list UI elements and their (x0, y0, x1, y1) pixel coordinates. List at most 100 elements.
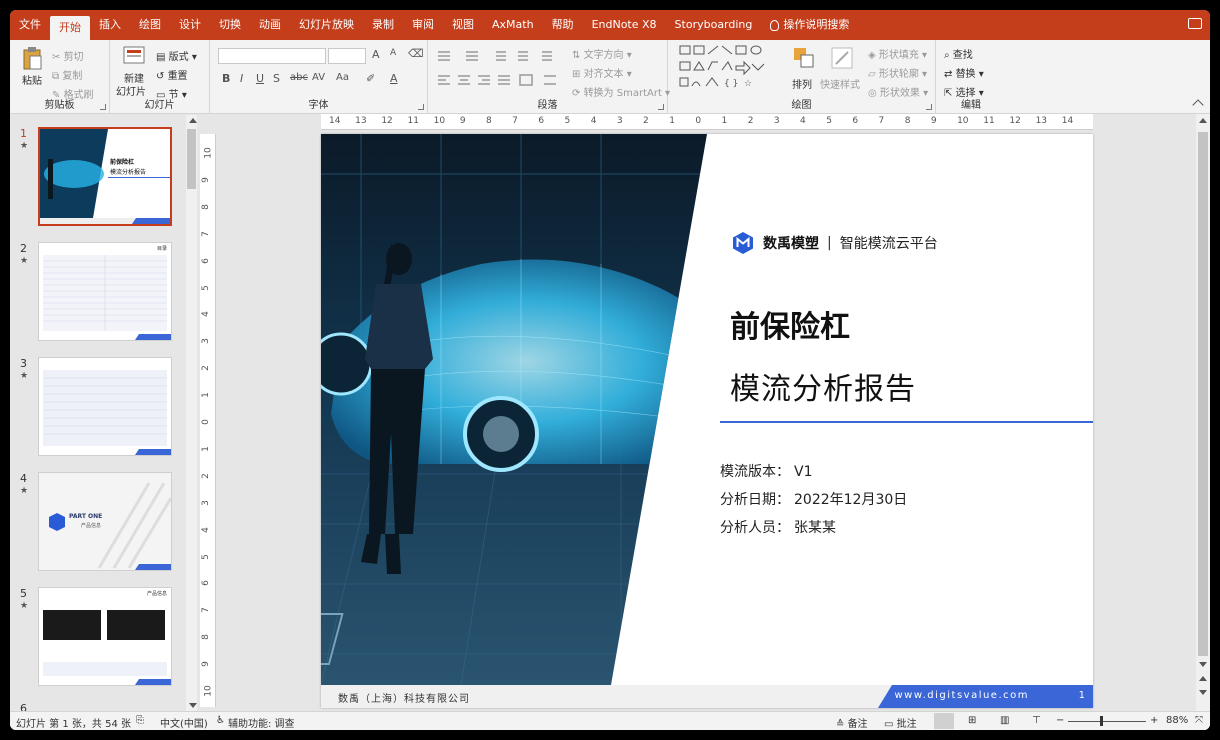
bold-button[interactable]: B (222, 72, 230, 85)
language-indicator[interactable]: 中文(中国) (160, 715, 208, 730)
copy-button[interactable]: ⧉ 复制 (52, 67, 82, 82)
scroll-up-icon[interactable] (1199, 118, 1207, 123)
tab-home[interactable]: 开始 (50, 16, 90, 40)
align-text-button[interactable]: ⊞ 对齐文本 ▾ (572, 65, 632, 80)
shape-fill-button[interactable]: ◈ 形状填充 ▾ (868, 46, 927, 61)
thumbnail-image[interactable]: 目录 (38, 242, 172, 341)
shrink-font-button[interactable]: A (390, 48, 396, 58)
spell-check-icon[interactable]: ⎘ (136, 715, 144, 726)
tab-file[interactable]: 文件 (10, 10, 50, 40)
tab-draw[interactable]: 绘图 (130, 10, 170, 40)
normal-view-icon[interactable] (934, 713, 954, 729)
shapes-gallery-icon[interactable]: { } ☆ (678, 44, 778, 92)
comments-button[interactable]: ▭ 批注 (884, 715, 917, 730)
tab-help[interactable]: 帮助 (543, 10, 583, 40)
tab-animations[interactable]: 动画 (250, 10, 290, 40)
arrange-label[interactable]: 排列 (792, 76, 812, 91)
accessibility-icon[interactable]: ♿ (216, 715, 225, 726)
reset-button[interactable]: ↺ 重置 (156, 67, 188, 82)
tab-view[interactable]: 视图 (443, 10, 483, 40)
tell-me-search[interactable]: 操作说明搜索 (761, 10, 858, 40)
zoom-in-icon[interactable]: + (1150, 715, 1158, 726)
notes-button[interactable]: ≙ 备注 (836, 715, 868, 730)
next-slide-icon[interactable] (1199, 690, 1207, 695)
ruler-tick-label: 5 (200, 553, 211, 560)
slide-scroll-thumb[interactable] (1198, 132, 1208, 656)
comments-icon[interactable] (1188, 18, 1202, 29)
brand-logo-icon (733, 232, 753, 254)
font-launcher-icon[interactable] (418, 104, 424, 110)
char-spacing-button[interactable]: AV (312, 72, 325, 83)
tab-insert[interactable]: 插入 (90, 10, 130, 40)
scroll-down-icon[interactable] (189, 703, 197, 708)
quick-styles-label[interactable]: 快速样式 (820, 76, 860, 91)
clear-format-icon[interactable]: ⌫ (408, 47, 424, 60)
thumbnail-image[interactable]: 前保险杠 模流分析报告 (38, 127, 172, 226)
fit-slide-icon[interactable]: ⤧ (1195, 715, 1203, 726)
scroll-down-icon[interactable] (1199, 662, 1207, 667)
grow-font-button[interactable]: A (372, 48, 380, 61)
quick-styles-icon[interactable] (830, 46, 854, 70)
new-slide-icon[interactable] (122, 44, 146, 68)
tab-axmath[interactable]: AxMath (483, 10, 543, 40)
slideshow-view-icon[interactable]: ⊤ (1032, 715, 1041, 726)
collapse-ribbon-icon[interactable] (1192, 99, 1204, 111)
tab-endnote[interactable]: EndNote X8 (583, 10, 666, 40)
align-buttons-icon[interactable] (436, 74, 566, 86)
zoom-slider-thumb[interactable] (1100, 716, 1103, 726)
zoom-out-icon[interactable]: − (1056, 715, 1064, 726)
font-size-box[interactable] (328, 48, 366, 64)
layout-button[interactable]: ▤ 版式 ▾ (156, 48, 197, 63)
slide-title-line-1[interactable]: 前保险杠 (730, 302, 850, 346)
paste-icon[interactable] (22, 46, 42, 70)
cut-button[interactable]: ✂ 剪切 (52, 48, 84, 63)
info-version[interactable]: 模流版本： V1 (720, 461, 812, 481)
strikethrough-button[interactable]: abc (290, 72, 308, 83)
tab-storyboarding[interactable]: Storyboarding (666, 10, 762, 40)
slide-canvas[interactable]: 数禹模塑 | 智能模流云平台 前保险杠 模流分析报告 模流版本： V1 分析日期：… (321, 134, 1093, 708)
slide-thumbnail-pane[interactable]: 1 ★ 前保险杠 模流分析报告 2 ★ 目录 3 ★ 4 ★ PART ONE … (10, 115, 205, 711)
change-case-button[interactable]: Aa (336, 72, 349, 83)
tab-design[interactable]: 设计 (170, 10, 210, 40)
text-direction-button[interactable]: ⇅ 文字方向 ▾ (572, 46, 632, 61)
thumbnail-image[interactable]: 产品信息 (38, 587, 172, 686)
tab-slideshow[interactable]: 幻灯片放映 (290, 10, 363, 40)
tab-record[interactable]: 录制 (363, 10, 403, 40)
previous-slide-icon[interactable] (1199, 676, 1207, 681)
font-name-box[interactable] (218, 48, 326, 64)
zoom-level[interactable]: 88% (1166, 715, 1188, 726)
thumbnail-scrollbar[interactable] (186, 115, 197, 711)
horizontal-ruler[interactable]: 14 13 12 11 10 9 8 7 6 5 4 3 2 1 0 1 2 3 4 5 6 7 8 9 10 11 12 13 14 (321, 114, 1093, 130)
animation-star-icon: ★ (20, 601, 29, 611)
thumbnail-scroll-thumb[interactable] (187, 129, 196, 189)
highlight-icon[interactable]: ✐ (366, 72, 375, 85)
slide-scrollbar[interactable] (1196, 114, 1210, 711)
drawing-launcher-icon[interactable] (926, 104, 932, 110)
paste-label[interactable]: 粘贴 (22, 72, 42, 87)
tab-transitions[interactable]: 切换 (210, 10, 250, 40)
italic-button[interactable]: I (240, 72, 243, 85)
reading-view-icon[interactable]: ▥ (1000, 715, 1009, 726)
scroll-up-icon[interactable] (189, 118, 197, 123)
find-button[interactable]: ⌕ 查找 (944, 46, 973, 61)
thumbnail-image[interactable]: PART ONE 产品信息 (38, 472, 172, 571)
tab-review[interactable]: 审阅 (403, 10, 443, 40)
text-shadow-button[interactable]: S (273, 72, 280, 85)
clipboard-launcher-icon[interactable] (100, 104, 106, 110)
zoom-slider[interactable] (1068, 721, 1146, 722)
paragraph-launcher-icon[interactable] (658, 104, 664, 110)
replace-button[interactable]: ⇄ 替换 ▾ (944, 65, 984, 80)
info-date[interactable]: 分析日期： 2022年12月30日 (720, 489, 907, 509)
vertical-ruler[interactable]: 10 9 8 7 6 5 4 3 2 1 0 1 2 3 4 5 6 7 8 9 10 (200, 134, 216, 707)
shape-outline-button[interactable]: ▱ 形状轮廓 ▾ (868, 65, 927, 80)
underline-button[interactable]: U (256, 72, 264, 85)
info-analyst[interactable]: 分析人员： 张某某 (720, 517, 836, 537)
list-buttons-icon[interactable] (436, 50, 566, 62)
ruler-tick-label: 11 (983, 116, 995, 126)
font-color-icon[interactable]: A (390, 72, 398, 85)
slide-sorter-icon[interactable]: ⊞ (968, 715, 976, 726)
thumbnail-image[interactable] (38, 357, 172, 456)
arrange-icon[interactable] (792, 46, 816, 70)
accessibility-status[interactable]: 辅助功能: 调查 (228, 715, 295, 730)
slide-title-line-2[interactable]: 模流分析报告 (730, 364, 916, 408)
